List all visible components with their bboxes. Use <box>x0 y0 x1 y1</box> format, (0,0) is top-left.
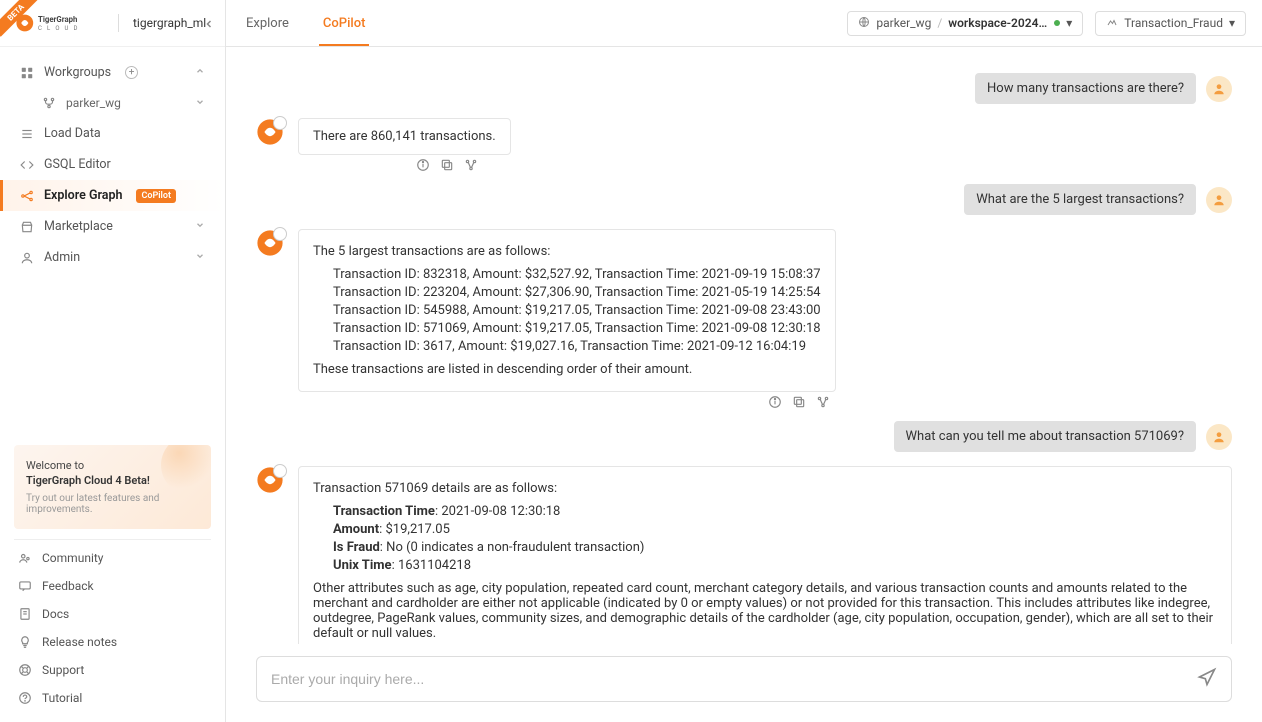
link-feedback[interactable]: Feedback <box>14 572 211 600</box>
detail-item: Unix Time: 1631104218 <box>333 558 1217 573</box>
chat-input-box[interactable] <box>256 656 1232 702</box>
chevron-down-icon <box>195 97 205 110</box>
nav-load-data[interactable]: Load Data <box>0 118 225 149</box>
graph-icon <box>1106 16 1118 31</box>
workspace-label: tigergraph_ml <box>133 16 206 30</box>
tigergraph-logo: TigerGraph C L O U D <box>14 10 104 36</box>
bot-avatar <box>256 118 284 146</box>
info-icon[interactable] <box>416 158 430 176</box>
workgroups-icon <box>20 66 34 80</box>
transaction-list: Transaction ID: 832318, Amount: $32,527.… <box>313 267 821 354</box>
help-icon <box>18 691 32 705</box>
nav-gsql-label: GSQL Editor <box>44 157 111 172</box>
docs-icon <box>18 607 32 621</box>
nav-marketplace[interactable]: Marketplace <box>0 211 225 242</box>
detail-list: Transaction Time: 2021-09-08 12:30:18 Amo… <box>313 504 1217 573</box>
nav-marketplace-label: Marketplace <box>44 219 113 234</box>
nav-workgroups[interactable]: Workgroups + <box>0 57 225 88</box>
link-community[interactable]: Community <box>14 544 211 572</box>
user-avatar <box>1206 424 1232 450</box>
user-avatar <box>1206 187 1232 213</box>
detail-item: Is Fraud: No (0 indicates a non-fraudule… <box>333 540 1217 555</box>
nav-gsql[interactable]: GSQL Editor <box>0 149 225 180</box>
detail-item: Transaction Time: 2021-09-08 12:30:18 <box>333 504 1217 519</box>
bot-message: There are 860,141 transactions. <box>298 118 511 155</box>
user-message: How many transactions are there? <box>975 73 1196 104</box>
bot-message: Transaction 571069 details are as follow… <box>298 466 1232 644</box>
tab-copilot[interactable]: CoPilot <box>319 0 370 46</box>
graph-selector[interactable]: Transaction_Fraud ▾ <box>1095 11 1246 36</box>
input-area <box>226 644 1262 722</box>
link-support[interactable]: Support <box>14 656 211 684</box>
community-icon <box>18 551 32 565</box>
link-docs[interactable]: Docs <box>14 600 211 628</box>
nav-admin-label: Admin <box>44 250 80 265</box>
status-dot <box>1054 20 1060 26</box>
branch-icon <box>42 96 56 110</box>
user-message: What are the 5 largest transactions? <box>964 184 1196 215</box>
chat-input[interactable] <box>271 671 1187 687</box>
svg-text:TigerGraph: TigerGraph <box>38 15 77 24</box>
globe-icon <box>858 16 870 31</box>
sidebar-collapse-icon[interactable] <box>203 18 215 34</box>
shop-icon <box>20 220 34 234</box>
chevron-down-icon <box>195 251 205 264</box>
user-icon <box>20 251 34 265</box>
logo-row: TigerGraph C L O U D tigergraph_ml <box>0 0 225 47</box>
bot-avatar <box>256 466 284 494</box>
link-tutorial[interactable]: Tutorial <box>14 684 211 712</box>
nav-load-data-label: Load Data <box>44 126 101 141</box>
user-avatar <box>1206 76 1232 102</box>
feedback-icon <box>18 579 32 593</box>
nav-explore-label: Explore Graph <box>44 188 122 203</box>
info-icon[interactable] <box>768 395 782 413</box>
support-icon <box>18 663 32 677</box>
expand-icon[interactable] <box>816 395 830 413</box>
add-workgroup-icon[interactable]: + <box>125 66 138 79</box>
nav-admin[interactable]: Admin <box>0 242 225 273</box>
list-icon <box>20 127 34 141</box>
chevron-down-icon: ▾ <box>1229 16 1235 30</box>
chevron-down-icon: ▾ <box>1066 16 1072 30</box>
tab-explore[interactable]: Explore <box>242 0 293 46</box>
send-icon[interactable] <box>1197 667 1217 691</box>
nav: Workgroups + parker_wg Load Data <box>0 47 225 445</box>
graph-icon <box>20 189 34 203</box>
tabs: Explore CoPilot <box>242 0 369 46</box>
topbar: Explore CoPilot parker_wg / workspace-20… <box>226 0 1262 47</box>
bot-message: The 5 largest transactions are as follow… <box>298 229 836 392</box>
workspace-selector[interactable]: parker_wg / workspace-2024-04… ▾ <box>847 11 1083 36</box>
bottom-links: Community Feedback Docs Release notes Su… <box>14 539 211 722</box>
copy-icon[interactable] <box>440 158 454 176</box>
bulb-icon <box>18 635 32 649</box>
main: Explore CoPilot parker_wg / workspace-20… <box>226 0 1262 722</box>
copilot-badge: CoPilot <box>136 189 176 203</box>
user-message: What can you tell me about transaction 5… <box>894 421 1196 452</box>
bot-avatar <box>256 229 284 257</box>
welcome-line1: Welcome to <box>26 459 199 472</box>
chevron-down-icon <box>195 220 205 233</box>
welcome-line2: TigerGraph Cloud 4 Beta! <box>26 474 199 487</box>
nav-workgroups-label: Workgroups <box>44 65 111 80</box>
welcome-card: Welcome to TigerGraph Cloud 4 Beta! Try … <box>14 445 211 529</box>
nav-user-label: parker_wg <box>66 96 121 110</box>
code-icon <box>20 158 34 172</box>
expand-icon[interactable] <box>464 158 478 176</box>
svg-text:C L O U D: C L O U D <box>38 25 79 32</box>
sidebar: TigerGraph C L O U D tigergraph_ml Workg… <box>0 0 226 722</box>
copy-icon[interactable] <box>792 395 806 413</box>
chat-area: How many transactions are there? There a… <box>226 47 1262 644</box>
detail-item: Amount: $19,217.05 <box>333 522 1217 537</box>
nav-workgroup-user[interactable]: parker_wg <box>0 88 225 118</box>
welcome-hint: Try out our latest features and improvem… <box>26 493 199 515</box>
link-release[interactable]: Release notes <box>14 628 211 656</box>
nav-explore-graph[interactable]: Explore Graph CoPilot <box>0 180 225 211</box>
chevron-up-icon <box>195 66 205 79</box>
